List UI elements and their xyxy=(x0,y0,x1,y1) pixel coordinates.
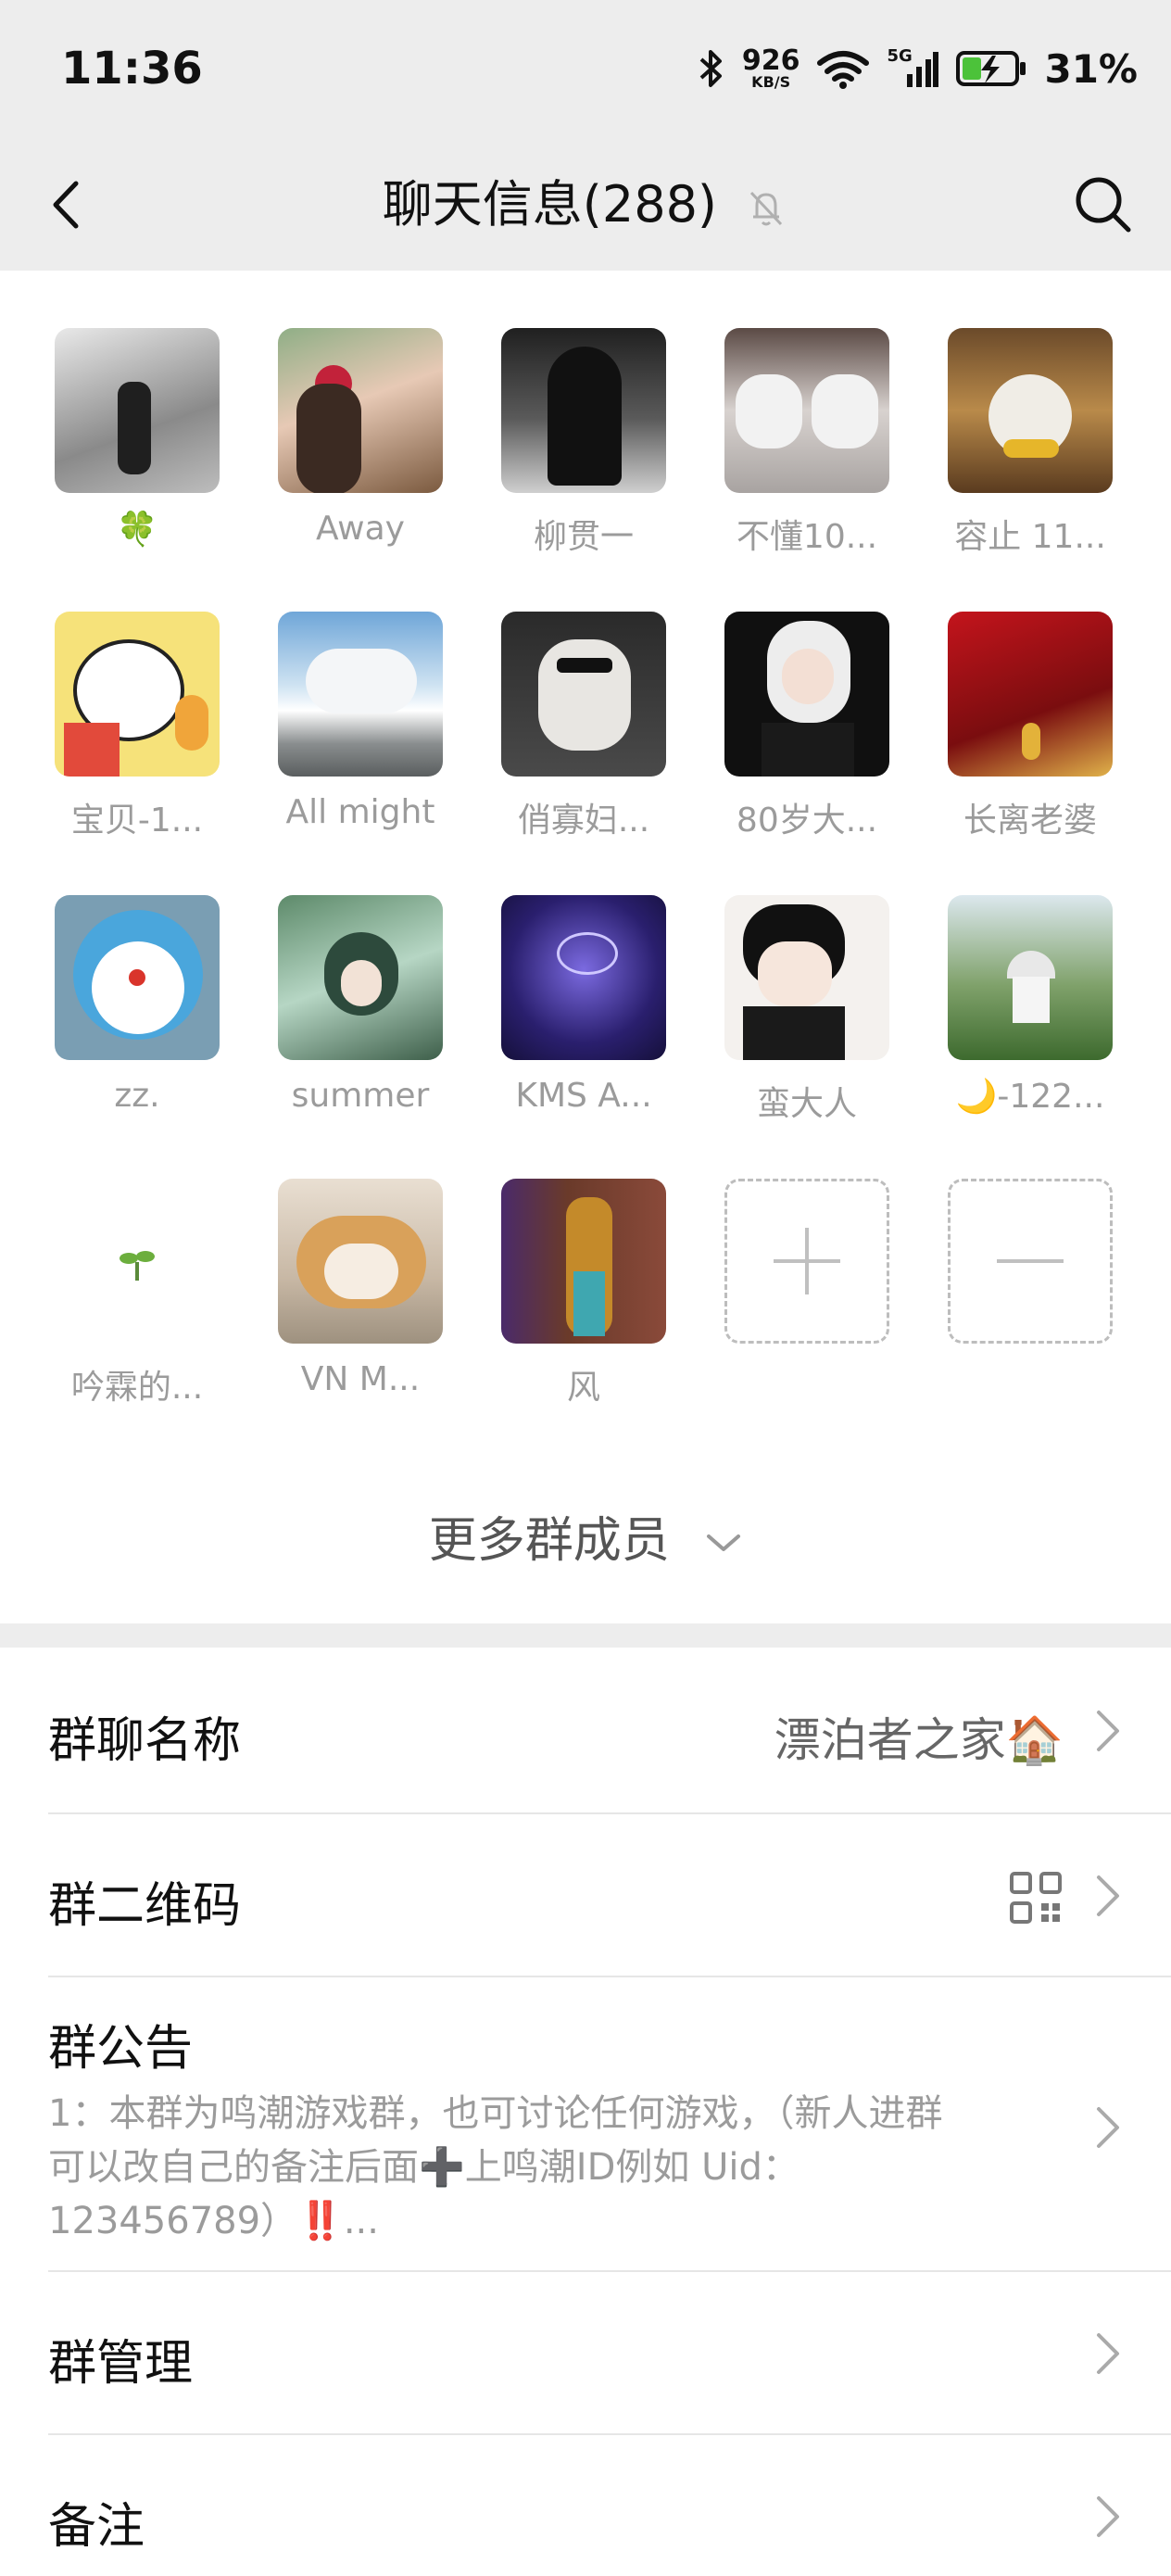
status-time: 11:36 xyxy=(61,43,203,95)
avatar xyxy=(55,895,220,1060)
member-name: 长离老婆 xyxy=(963,802,1097,840)
avatar xyxy=(948,895,1113,1060)
qr-code-icon xyxy=(1010,1872,1062,1924)
avatar xyxy=(501,612,666,777)
member-item[interactable]: 🌙-122... xyxy=(938,895,1123,1116)
net-speed-unit: KB/S xyxy=(751,73,791,91)
avatar xyxy=(948,328,1113,493)
plus-icon xyxy=(774,1228,840,1294)
chat-info-header: 聊天信息(288) xyxy=(0,139,1171,271)
avatar xyxy=(278,328,443,493)
member-name: 80岁大... xyxy=(736,802,878,840)
avatar xyxy=(278,895,443,1060)
page-title: 聊天信息(288) xyxy=(382,175,718,234)
member-name: 柳贯一 xyxy=(533,518,634,556)
member-name: 🌙-122... xyxy=(955,1078,1105,1116)
chevron-right-icon xyxy=(1097,2107,1119,2148)
signal-icon: 5G xyxy=(887,46,939,91)
member-item[interactable]: 柳贯一 xyxy=(491,328,676,558)
member-name: 🍀 xyxy=(116,511,158,549)
page-title-wrap: 聊天信息(288) xyxy=(0,172,1171,237)
add-member-tile[interactable] xyxy=(724,1179,889,1344)
member-item[interactable]: 🍀 xyxy=(44,328,230,549)
remove-member-tile[interactable] xyxy=(948,1179,1113,1344)
member-name: 吟霖的... xyxy=(70,1369,204,1407)
qr-code-label: 群二维码 xyxy=(48,1878,242,1934)
sprout-icon xyxy=(120,1251,155,1281)
member-item[interactable]: Away xyxy=(268,328,453,548)
member-item[interactable]: 长离老婆 xyxy=(938,612,1123,841)
avatar xyxy=(724,895,889,1060)
chevron-right-icon xyxy=(1097,1711,1119,1751)
member-item[interactable]: 吟霖的... xyxy=(44,1179,230,1408)
search-icon[interactable] xyxy=(1067,169,1138,239)
chevron-right-icon xyxy=(1097,2496,1119,2537)
status-icons: 926 KB/S 5G 31% xyxy=(698,39,1138,98)
group-notice-row[interactable]: 群公告 1：本群为鸣潮游戏群，也可讨论任何游戏，（新人进群可以改自己的备注后面➕… xyxy=(0,1977,1171,2272)
avatar xyxy=(278,612,443,777)
more-members-button[interactable]: 更多群成员 xyxy=(0,1501,1171,1571)
group-name-value: 漂泊者之家🏠 xyxy=(774,1713,1064,1767)
avatar xyxy=(55,1179,220,1344)
member-item[interactable]: VN M... xyxy=(268,1179,453,1398)
member-name: 不懂10... xyxy=(736,518,878,556)
member-item[interactable]: 风 xyxy=(491,1179,676,1408)
member-name: summer xyxy=(291,1077,430,1115)
member-item[interactable]: 蛮大人 xyxy=(714,895,900,1125)
mute-bell-icon xyxy=(750,192,783,226)
member-name: All might xyxy=(285,793,435,831)
avatar xyxy=(724,328,889,493)
member-item[interactable]: All might xyxy=(268,612,453,831)
member-name: VN M... xyxy=(300,1360,421,1398)
avatar xyxy=(501,328,666,493)
member-name: 风 xyxy=(566,1369,600,1407)
avatar xyxy=(948,612,1113,777)
remove-member-button[interactable] xyxy=(938,1179,1123,1344)
member-item[interactable]: summer xyxy=(268,895,453,1115)
avatar xyxy=(724,612,889,777)
remark-label: 备注 xyxy=(48,2499,145,2555)
minus-icon xyxy=(997,1259,1064,1263)
member-name: 宝贝-1... xyxy=(70,802,204,840)
add-member-button[interactable] xyxy=(714,1179,900,1344)
chevron-right-icon xyxy=(1097,1875,1119,1916)
member-item[interactable]: zz. xyxy=(44,895,230,1115)
member-item[interactable]: KMS A... xyxy=(491,895,676,1115)
member-item[interactable]: 80岁大... xyxy=(714,612,900,841)
group-name-label: 群聊名称 xyxy=(48,1713,242,1769)
group-notice-label: 群公告 xyxy=(48,2021,194,2077)
chevron-right-icon xyxy=(1097,2333,1119,2374)
status-bar: 11:36 926 KB/S 5G 31% xyxy=(0,0,1171,139)
bluetooth-icon xyxy=(699,50,722,87)
battery-charging-icon xyxy=(956,51,1026,86)
net-speed-value: 926 xyxy=(741,44,800,77)
net-speed: 926 KB/S xyxy=(742,47,800,90)
avatar xyxy=(501,1179,666,1344)
section-separator xyxy=(0,1623,1171,1648)
group-manage-label: 群管理 xyxy=(48,2336,194,2392)
avatar xyxy=(278,1179,443,1344)
remark-row[interactable]: 备注 xyxy=(0,2435,1171,2576)
member-name: Away xyxy=(316,510,405,548)
member-name: 蛮大人 xyxy=(756,1085,857,1123)
member-name: 容止 11... xyxy=(954,518,1106,556)
member-item[interactable]: 宝贝-1... xyxy=(44,612,230,841)
avatar xyxy=(55,612,220,777)
member-name: 俏寡妇... xyxy=(517,802,650,840)
member-name: KMS A... xyxy=(515,1077,652,1115)
avatar xyxy=(55,328,220,493)
member-item[interactable]: 不懂10... xyxy=(714,328,900,558)
avatar xyxy=(501,895,666,1060)
group-notice-text: 1：本群为鸣潮游戏群，也可讨论任何游戏，（新人进群可以改自己的备注后面➕上鸣潮I… xyxy=(48,2092,943,2242)
wifi-icon xyxy=(817,51,870,89)
group-name-row[interactable]: 群聊名称 漂泊者之家🏠 xyxy=(0,1648,1171,1814)
group-manage-row[interactable]: 群管理 xyxy=(0,2272,1171,2435)
member-name: zz. xyxy=(114,1077,160,1115)
qr-code-row[interactable]: 群二维码 xyxy=(0,1814,1171,1977)
chevron-down-icon xyxy=(707,1534,741,1551)
battery-percent: 31% xyxy=(1044,45,1138,92)
member-item[interactable]: 容止 11... xyxy=(938,328,1123,558)
more-members-label: 更多群成员 xyxy=(428,1513,670,1569)
member-item[interactable]: 俏寡妇... xyxy=(491,612,676,841)
